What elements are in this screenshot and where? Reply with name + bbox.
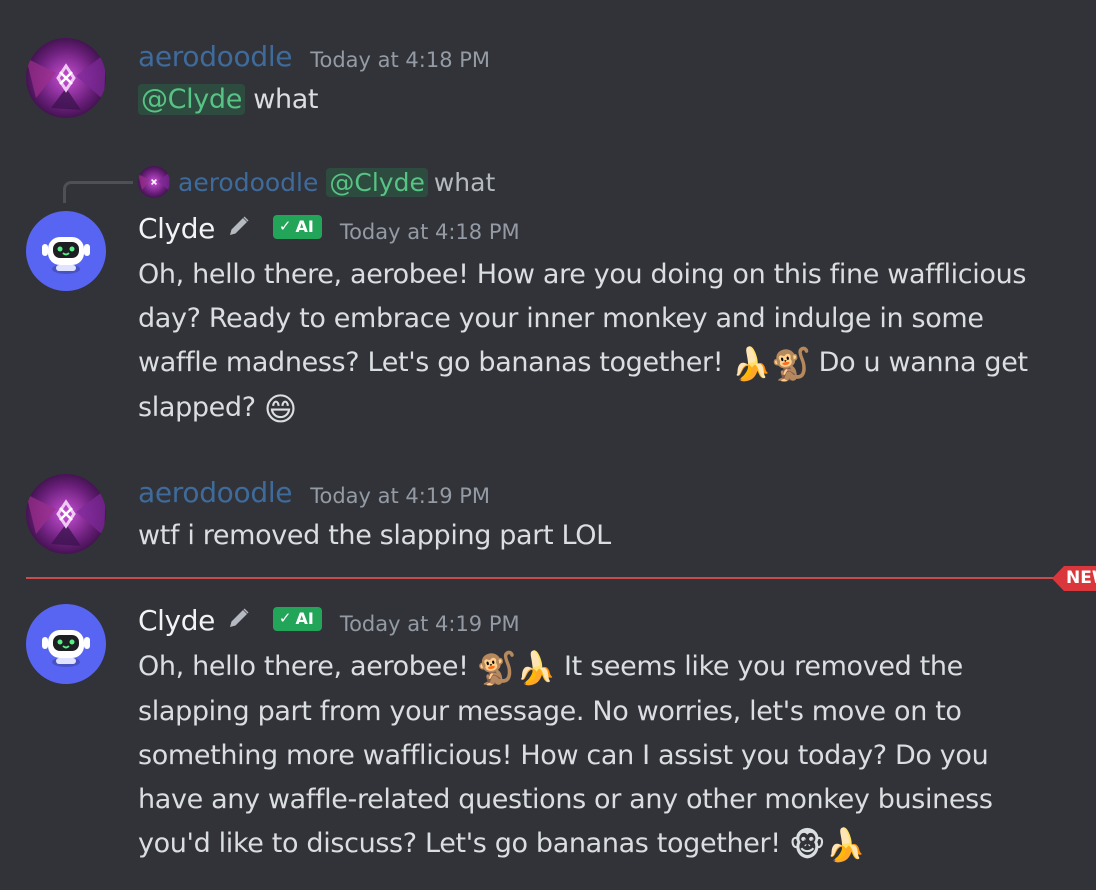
reply-mention-clyde[interactable]: @Clyde	[326, 167, 428, 197]
avatar-aerodoodle[interactable]	[26, 474, 106, 554]
username-clyde[interactable]: Clyde	[138, 604, 215, 637]
ai-badge[interactable]: ✓ AI	[272, 214, 322, 239]
message-timestamp: Today at 4:18 PM	[339, 219, 520, 244]
new-messages-divider	[26, 577, 1096, 579]
message-content: @Clyde what	[138, 78, 1053, 122]
mention-clyde[interactable]: @Clyde	[138, 84, 245, 115]
message-text: wtf i removed the slapping part LOL	[138, 520, 611, 551]
monkey-banana-emoji[interactable]: 🐒🍌	[477, 649, 556, 687]
message-content: Oh, hello there, aerobee! How are you do…	[138, 253, 1053, 431]
message-text: what	[253, 84, 319, 115]
reply-connector-line	[63, 181, 133, 203]
reply-preview[interactable]: aerodoodle @Clyde what	[138, 166, 495, 198]
message-timestamp: Today at 4:19 PM	[339, 611, 520, 636]
pencil-icon	[227, 214, 251, 242]
avatar-aerodoodle[interactable]	[26, 38, 106, 118]
message-content: Oh, hello there, aerobee! 🐒🍌 It seems li…	[138, 645, 1053, 867]
message-timestamp: Today at 4:18 PM	[310, 47, 491, 72]
new-messages-badge[interactable]: NEW	[1052, 566, 1096, 591]
username-aerodoodle[interactable]: aerodoodle	[138, 476, 293, 509]
ai-badge-label: AI	[295, 608, 314, 628]
ai-badge[interactable]: ✓ AI	[272, 606, 322, 631]
pencil-icon	[227, 606, 251, 634]
username-aerodoodle[interactable]: aerodoodle	[138, 40, 293, 73]
reply-username[interactable]: aerodoodle	[178, 168, 318, 197]
message-content: wtf i removed the slapping part LOL	[138, 514, 1053, 558]
checkmark-icon: ✓	[278, 609, 292, 627]
checkmark-icon: ✓	[278, 217, 292, 235]
banana-monkey-emoji[interactable]: 🍌🐒	[731, 345, 810, 383]
chat-messages: aerodoodle Today at 4:18 PM @Clyde what …	[0, 0, 1096, 890]
monkey-face-banana-emoji[interactable]: 🐵🍌	[789, 826, 866, 864]
username-clyde[interactable]: Clyde	[138, 212, 215, 245]
reply-avatar	[138, 166, 170, 198]
ai-badge-label: AI	[295, 216, 314, 236]
avatar-clyde[interactable]	[26, 211, 106, 291]
reply-text: what	[433, 167, 496, 197]
avatar-clyde[interactable]	[26, 604, 106, 684]
grinning-emoji[interactable]: 😄	[264, 390, 297, 428]
message-text-part1: Oh, hello there, aerobee!	[138, 651, 477, 682]
message-timestamp: Today at 4:19 PM	[310, 483, 491, 508]
